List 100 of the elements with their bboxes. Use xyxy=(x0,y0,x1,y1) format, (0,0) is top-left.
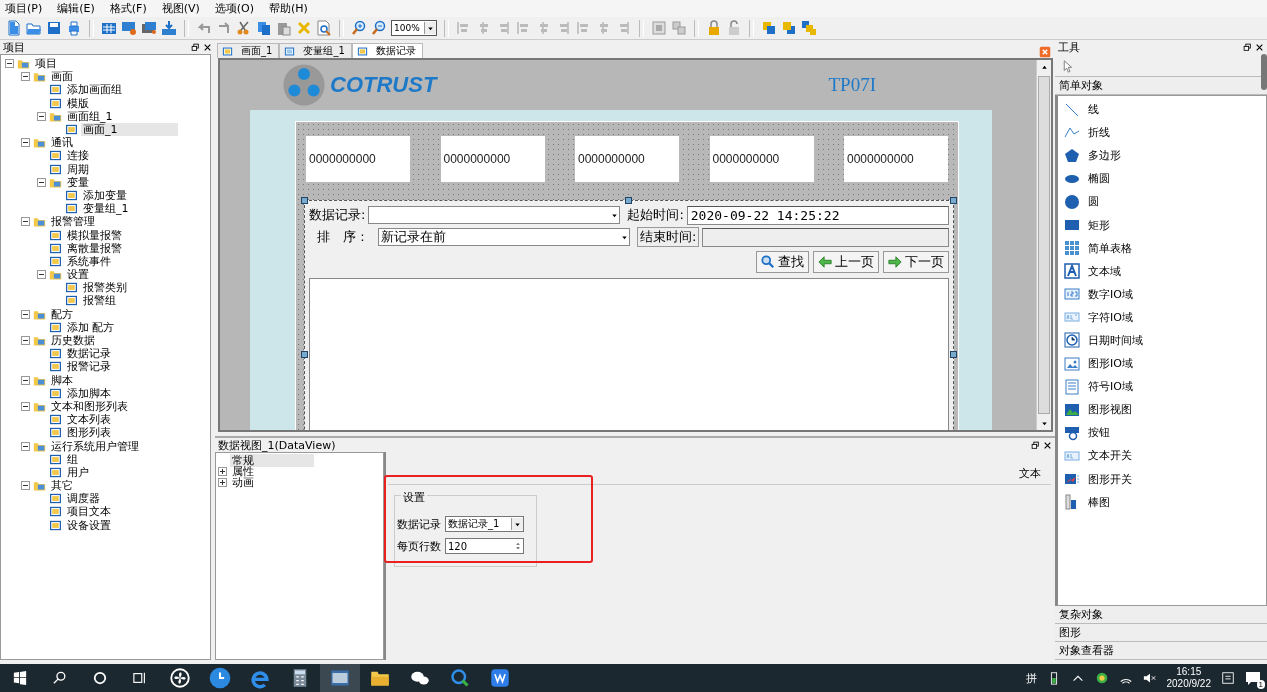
clock-app-icon[interactable] xyxy=(209,667,231,689)
expander-icon[interactable] xyxy=(37,177,46,187)
tree-item[interactable]: 项目 xyxy=(33,57,59,71)
tree-item[interactable]: 周期 xyxy=(65,162,91,176)
tree-item[interactable]: 添加脚本 xyxy=(65,386,113,400)
number-field[interactable]: 0000000000 xyxy=(844,136,948,182)
bring-front-icon[interactable] xyxy=(761,20,777,36)
zoom-in-icon[interactable] xyxy=(351,20,367,36)
expander-icon[interactable] xyxy=(21,309,30,319)
tree-item[interactable]: 报警管理 xyxy=(49,215,97,229)
tree-item[interactable]: 报警类别 xyxy=(81,281,129,295)
tree-item[interactable]: 设置 xyxy=(65,268,91,282)
tool-item[interactable]: 棒图 xyxy=(1088,494,1110,510)
end-time-field[interactable] xyxy=(702,227,949,247)
new-file-icon[interactable] xyxy=(6,20,22,36)
menu-item[interactable]: 选项(O) xyxy=(213,1,256,16)
tree-item[interactable]: 离散量报警 xyxy=(65,241,124,255)
section-header[interactable]: 图形 xyxy=(1055,624,1267,642)
close-icon[interactable] xyxy=(203,42,212,52)
tool-item[interactable]: 按钮 xyxy=(1088,425,1110,441)
number-field[interactable]: 0000000000 xyxy=(575,136,679,182)
section-header[interactable]: 简单对象 xyxy=(1055,77,1267,95)
expander-icon[interactable] xyxy=(21,375,30,385)
tree-item[interactable]: 文本列表 xyxy=(65,413,113,427)
tool-item[interactable]: 文本开关 xyxy=(1088,448,1132,464)
windows-start-icon[interactable] xyxy=(13,671,27,685)
expander-icon[interactable] xyxy=(21,481,30,491)
number-field[interactable]: 0000000000 xyxy=(709,136,814,182)
pointer-icon[interactable] xyxy=(1061,59,1074,73)
tree-item[interactable]: 系统事件 xyxy=(65,254,113,268)
tray-app-icon[interactable] xyxy=(1094,671,1109,685)
tree-item[interactable]: 添加变量 xyxy=(81,188,129,202)
tree-item[interactable]: 模拟量报警 xyxy=(65,228,124,242)
tool-item[interactable]: 图形开关 xyxy=(1088,471,1132,487)
tree-item[interactable]: 动画 xyxy=(230,476,256,489)
tree-item[interactable]: 常规 xyxy=(230,454,314,467)
tool-item[interactable]: 简单表格 xyxy=(1088,240,1132,256)
circle-icon[interactable] xyxy=(93,671,107,685)
sort-combo[interactable]: 新记录在前 xyxy=(378,228,630,246)
tool-item[interactable]: 圆 xyxy=(1088,194,1099,210)
section-header[interactable]: 对象查看器 xyxy=(1055,642,1267,660)
input-panel-icon[interactable] xyxy=(1221,671,1235,685)
selection-handle[interactable] xyxy=(301,351,308,358)
data-view[interactable]: 数据记录: 起始时间: 2020-09-22 14:25:22 排 序 : 新记录在前 结束时间: 查找 上一页 下一页 xyxy=(304,200,954,430)
record-combo[interactable]: 数据记录_1 xyxy=(445,516,524,532)
fan-icon[interactable] xyxy=(170,668,190,688)
speaker-muted-icon[interactable] xyxy=(1142,671,1157,685)
selection-handle[interactable] xyxy=(301,197,308,204)
restore-icon[interactable] xyxy=(1031,440,1040,450)
send-back-icon[interactable] xyxy=(781,20,797,36)
tree-item[interactable]: 运行系统用户管理 xyxy=(49,439,141,453)
selection-handle[interactable] xyxy=(950,351,957,358)
tree-item[interactable]: 添加画面组 xyxy=(65,83,124,97)
expander-icon[interactable] xyxy=(21,401,30,411)
task-view-icon[interactable] xyxy=(133,671,147,685)
notification-icon[interactable] xyxy=(1245,670,1261,686)
selection-handle[interactable] xyxy=(950,197,957,204)
unlock-icon[interactable] xyxy=(726,20,742,36)
expander-icon[interactable] xyxy=(5,59,14,69)
scrollbar[interactable] xyxy=(1036,60,1051,430)
tool-item[interactable]: 符号IO域 xyxy=(1088,379,1133,395)
tool-item[interactable]: 折线 xyxy=(1088,125,1110,141)
tree-item[interactable]: 用户 xyxy=(65,465,91,479)
menu-item[interactable]: 帮助(H) xyxy=(268,1,309,16)
save-icon[interactable] xyxy=(46,20,62,36)
tool-item[interactable]: 日期时间域 xyxy=(1088,333,1143,348)
editor-tab[interactable]: 画面_1 xyxy=(217,43,280,58)
section-header[interactable]: 复杂对象 xyxy=(1055,606,1267,624)
expander-icon[interactable] xyxy=(37,111,46,121)
expander-icon[interactable] xyxy=(21,72,30,82)
tree-item[interactable]: 画面 xyxy=(49,70,75,84)
search-app-icon[interactable] xyxy=(450,668,470,688)
editor-tab[interactable]: 变量组_1 xyxy=(279,43,352,58)
zoom-out-icon[interactable] xyxy=(371,20,387,36)
expander-icon[interactable] xyxy=(218,478,227,487)
tool-item[interactable]: 矩形 xyxy=(1088,217,1110,233)
layers-icon[interactable] xyxy=(801,20,817,36)
number-field[interactable]: 0000000000 xyxy=(306,136,410,182)
expander-icon[interactable] xyxy=(21,217,30,227)
open-folder-icon[interactable] xyxy=(26,20,42,36)
tree-item[interactable]: 画面组_1 xyxy=(65,109,115,123)
tree-item[interactable]: 模版 xyxy=(65,96,91,110)
tree-item[interactable]: 图形列表 xyxy=(65,426,113,440)
close-icon[interactable] xyxy=(1255,42,1264,52)
print-icon[interactable] xyxy=(66,20,82,36)
screen-stack-icon[interactable] xyxy=(141,20,157,36)
tool-item[interactable]: 线 xyxy=(1088,102,1099,118)
tree-item[interactable]: 变量 xyxy=(65,175,91,189)
tool-item[interactable]: 数字IO域 xyxy=(1088,286,1133,302)
cut-icon[interactable] xyxy=(236,20,252,36)
tree-item[interactable]: 画面_1 xyxy=(81,123,178,137)
screen-gear-icon[interactable] xyxy=(121,20,137,36)
end-time-button[interactable]: 结束时间: xyxy=(637,227,700,247)
search-button[interactable]: 查找 xyxy=(756,251,809,273)
prev-button[interactable]: 上一页 xyxy=(813,251,879,273)
lock-icon[interactable] xyxy=(706,20,722,36)
expander-icon[interactable] xyxy=(21,441,30,451)
tree-item[interactable]: 报警组 xyxy=(81,294,118,308)
tool-item[interactable]: 多边形 xyxy=(1088,148,1121,164)
menu-item[interactable]: 格式(F) xyxy=(108,1,148,16)
